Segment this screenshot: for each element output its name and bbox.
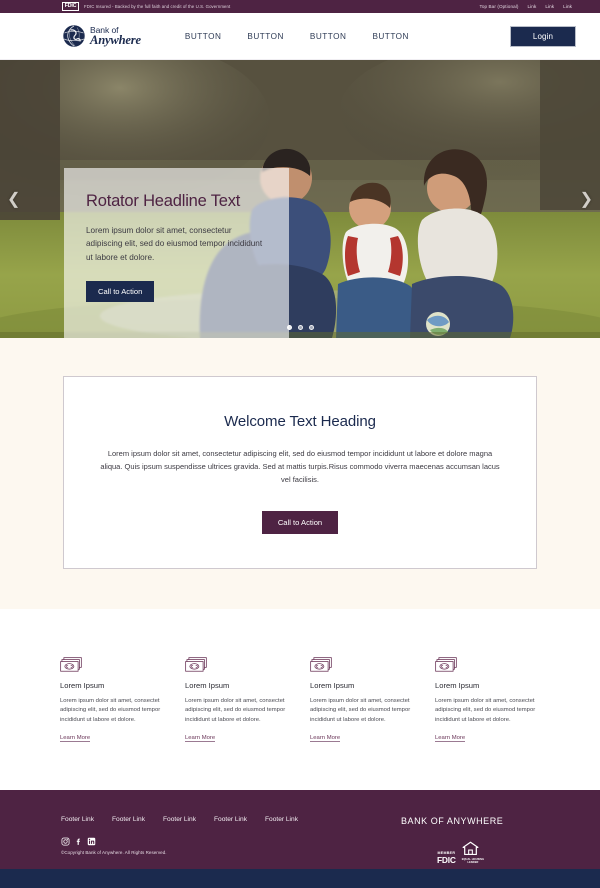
feature-title: Lorem Ipsum [310, 680, 355, 690]
top-bar-link-2[interactable]: Link [545, 4, 554, 9]
member-fdic-line-1: MEMBER [437, 850, 456, 855]
top-bar-optional-label: Top Bar (Optional) [479, 4, 519, 9]
top-bar: FDIC FDIC Insured - Backed by the full f… [0, 0, 600, 13]
nav-button-1[interactable]: BUTTON [185, 32, 222, 41]
login-button[interactable]: Login [509, 25, 576, 47]
hero-headline: Rotator Headline Text [86, 192, 241, 210]
feature-card: Lorem Ipsum Lorem ipsum dolor sit amet, … [435, 656, 540, 744]
footer-left-column: Footer Link Footer Link Footer Link Foot… [61, 816, 389, 864]
welcome-section: Welcome Text Heading Lorem ipsum dolor s… [0, 338, 600, 609]
carousel-dot-3[interactable] [308, 325, 314, 330]
carousel-prev-button[interactable]: ❮ [7, 189, 20, 209]
site-header: Bank of Anywhere BUTTON BUTTON BUTTON BU… [0, 13, 600, 60]
top-bar-left: FDIC FDIC Insured - Backed by the full f… [18, 2, 230, 11]
feature-card: Lorem Ipsum Lorem ipsum dolor sit amet, … [310, 656, 415, 744]
nav-button-3[interactable]: BUTTON [310, 32, 347, 41]
nav-button-2[interactable]: BUTTON [247, 32, 284, 41]
carousel-dots [0, 325, 600, 330]
logo-line-2: Anywhere [90, 32, 141, 47]
bottom-strip [0, 869, 600, 888]
feature-card: Lorem Ipsum Lorem ipsum dolor sit amet, … [185, 656, 290, 744]
footer-link-1[interactable]: Footer Link [61, 816, 94, 823]
ehl-line-2: LENDER [467, 861, 479, 865]
welcome-card: Welcome Text Heading Lorem ipsum dolor s… [63, 376, 537, 569]
copyright-text: ©Copyright Bank of Anywhere. All Rights … [61, 850, 167, 856]
social-links [61, 837, 389, 846]
footer-link-2[interactable]: Footer Link [112, 816, 145, 823]
top-bar-link-3[interactable]: Link [563, 4, 572, 9]
carousel-dot-1[interactable] [286, 325, 292, 330]
features-row: Lorem Ipsum Lorem ipsum dolor sit amet, … [60, 656, 540, 744]
instagram-icon[interactable] [61, 837, 70, 846]
footer-compliance-marks: MEMBER FDIC EQUAL HOUSING LENDER [401, 840, 539, 864]
hero-overlay-card: Rotator Headline Text Lorem ipsum dolor … [64, 168, 289, 338]
main-nav: BUTTON BUTTON BUTTON BUTTON [185, 32, 409, 41]
feature-body: Lorem ipsum dolor sit amet, consectet ad… [435, 697, 536, 724]
member-fdic-logo: MEMBER FDIC [437, 850, 456, 865]
footer-brand-name: BANK OF ANYWHERE [401, 816, 504, 827]
top-bar-right: Top Bar (Optional) Link Link Link [479, 4, 582, 9]
footer-inner: Footer Link Footer Link Footer Link Foot… [61, 816, 539, 864]
feature-learn-more-link[interactable]: Learn More [60, 735, 91, 743]
carousel-dot-2[interactable] [297, 325, 303, 330]
house-icon [462, 840, 484, 857]
footer-link-4[interactable]: Footer Link [214, 816, 247, 823]
features-section: Lorem Ipsum Lorem ipsum dolor sit amet, … [0, 608, 600, 791]
linkedin-icon[interactable] [87, 837, 96, 846]
money-icon [185, 656, 207, 672]
top-bar-link-1[interactable]: Link [528, 4, 537, 9]
feature-learn-more-link[interactable]: Learn More [310, 735, 341, 743]
fdic-tagline: FDIC Insured - Backed by the full faith … [83, 4, 231, 9]
member-fdic-line-2: FDIC [437, 854, 456, 865]
footer-link-3[interactable]: Footer Link [163, 816, 196, 823]
welcome-heading: Welcome Text Heading [224, 413, 376, 430]
feature-title: Lorem Ipsum [435, 680, 480, 690]
carousel-next-button[interactable]: ❯ [580, 189, 593, 209]
money-icon [310, 656, 332, 672]
hero-carousel: Rotator Headline Text Lorem ipsum dolor … [0, 60, 600, 338]
footer-links: Footer Link Footer Link Footer Link Foot… [61, 816, 389, 823]
footer-right-column: BANK OF ANYWHERE MEMBER FDIC EQUAL HOUSI… [389, 816, 539, 864]
globe-icon [62, 24, 86, 48]
facebook-icon[interactable] [74, 837, 83, 846]
equal-housing-lender-logo: EQUAL HOUSING LENDER [462, 840, 484, 864]
nav-button-4[interactable]: BUTTON [372, 32, 409, 41]
page-root: FDIC FDIC Insured - Backed by the full f… [0, 0, 600, 888]
feature-learn-more-link[interactable]: Learn More [185, 735, 216, 743]
logo-wordmark: Bank of Anywhere [90, 26, 141, 46]
site-footer: Footer Link Footer Link Footer Link Foot… [0, 790, 600, 870]
welcome-cta-button[interactable]: Call to Action [261, 510, 339, 534]
footer-link-5[interactable]: Footer Link [265, 816, 298, 823]
money-icon [60, 656, 82, 672]
fdic-badge: FDIC [62, 2, 79, 11]
site-logo[interactable]: Bank of Anywhere [62, 24, 141, 48]
feature-title: Lorem Ipsum [185, 680, 230, 690]
feature-body: Lorem ipsum dolor sit amet, consectet ad… [185, 697, 286, 724]
hero-description: Lorem ipsum dolor sit amet, consectetur … [86, 226, 263, 262]
feature-body: Lorem ipsum dolor sit amet, consectet ad… [310, 697, 411, 724]
feature-card: Lorem Ipsum Lorem ipsum dolor sit amet, … [60, 656, 165, 744]
feature-learn-more-link[interactable]: Learn More [435, 735, 466, 743]
hero-cta-button[interactable]: Call to Action [86, 280, 155, 302]
feature-title: Lorem Ipsum [60, 680, 105, 690]
feature-body: Lorem ipsum dolor sit amet, consectet ad… [60, 697, 161, 724]
money-icon [435, 656, 457, 672]
welcome-body-text: Lorem ipsum dolor sit amet, consectetur … [100, 449, 500, 484]
